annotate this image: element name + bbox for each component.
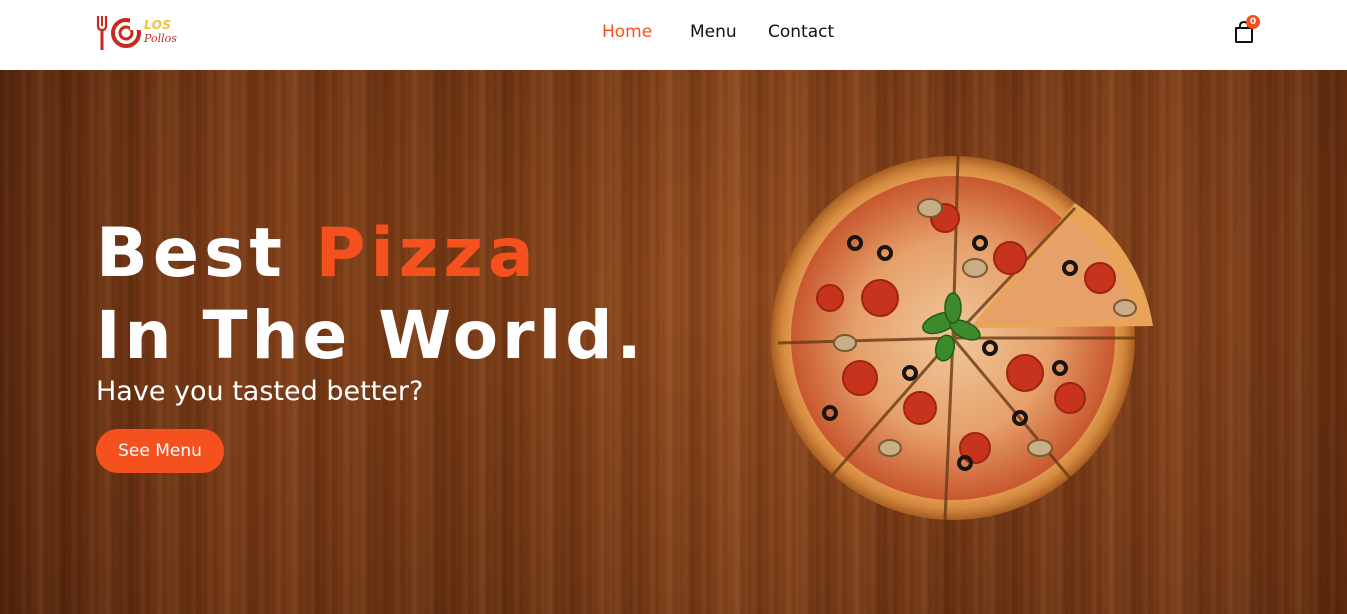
hero-subtitle: Have you tasted better? [96, 376, 424, 407]
headline-word-pizza: Pizza [315, 214, 539, 293]
hero-headline-line-2: In The World. [96, 297, 646, 374]
site-header: LOS Pollos Home Menu Contact 0 [0, 0, 1347, 70]
hero-section: Best Pizza In The World. Have you tasted… [0, 70, 1347, 614]
brand-logo[interactable]: LOS Pollos [96, 14, 196, 52]
hero-headline-line-1: Best Pizza [96, 214, 539, 294]
see-menu-button[interactable]: See Menu [96, 429, 224, 473]
headline-word-best: Best [96, 214, 287, 293]
cart-button[interactable]: 0 [1233, 15, 1260, 46]
logo-text-los: LOS [144, 18, 172, 32]
nav-home-link[interactable]: Home [602, 22, 652, 42]
nav-menu-link[interactable]: Menu [690, 22, 737, 42]
nav-contact-link[interactable]: Contact [768, 22, 834, 42]
logo-text-pollos: Pollos [144, 32, 177, 45]
pizza-image [771, 155, 1153, 521]
fork-plate-icon [96, 16, 142, 50]
cart-count-badge: 0 [1246, 15, 1260, 29]
